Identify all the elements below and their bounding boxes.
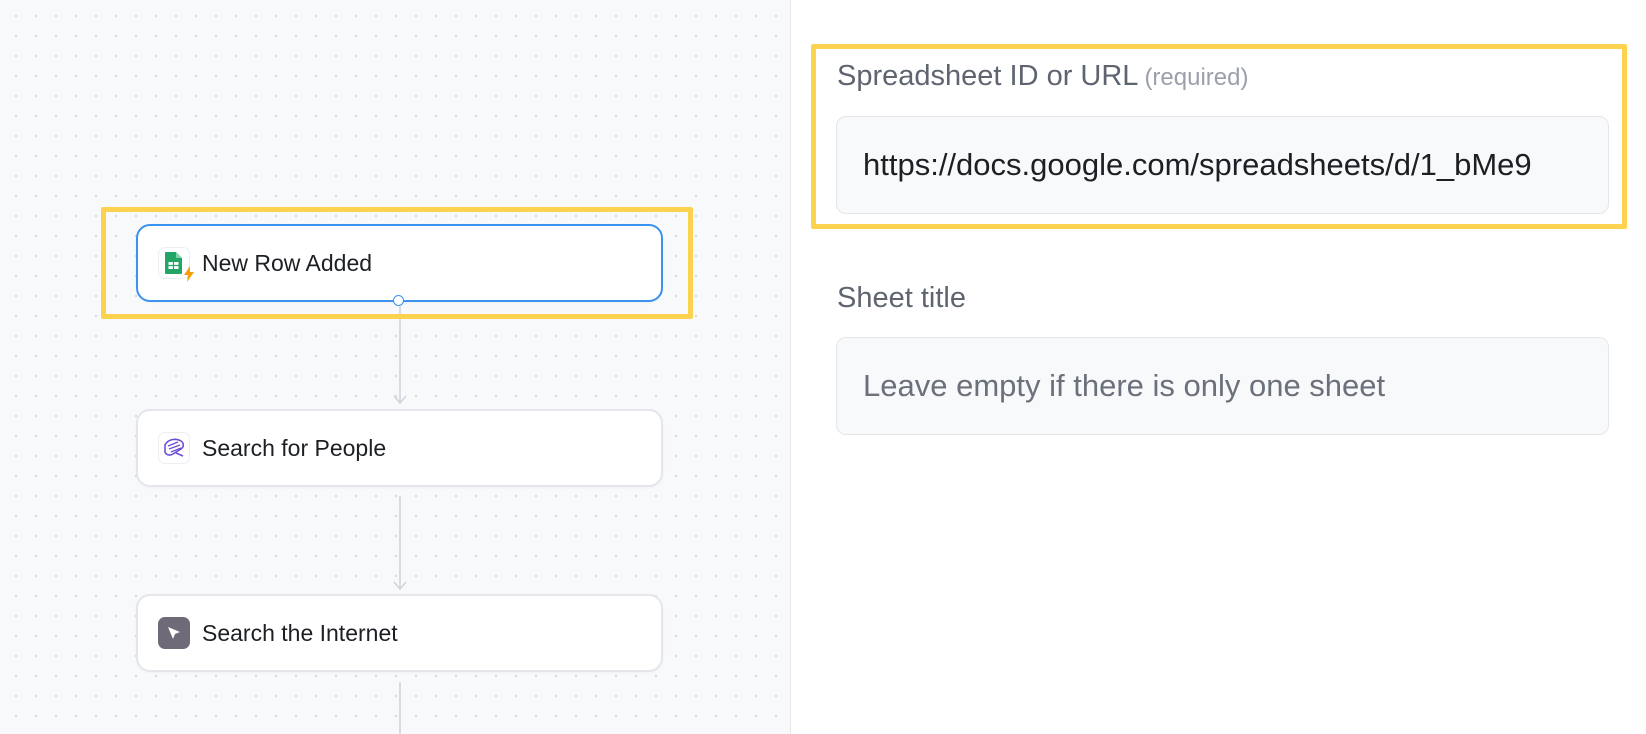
people-search-icon (158, 432, 190, 464)
spreadsheet-url-input[interactable] (836, 116, 1609, 214)
node-label: New Row Added (202, 249, 373, 276)
spreadsheet-label-text: Spreadsheet ID or URL (837, 60, 1139, 92)
workflow-canvas[interactable]: New Row Added Search for People Search t… (0, 0, 790, 734)
workflow-node-search-for-people[interactable]: Search for People (136, 409, 663, 487)
trigger-bolt-icon (184, 266, 194, 282)
node-label: Search for People (202, 434, 387, 461)
internet-search-icon (158, 617, 190, 649)
node-output-handle[interactable] (393, 295, 404, 306)
sheet-title-input[interactable] (836, 337, 1609, 435)
google-sheets-trigger-icon (158, 247, 194, 282)
node-label: Search the Internet (202, 619, 398, 646)
workflow-node-new-row-added[interactable]: New Row Added (136, 224, 663, 302)
required-indicator: (required) (1144, 64, 1249, 91)
spreadsheet-field-label: Spreadsheet ID or URL (required) (837, 60, 1248, 93)
panel-divider (790, 0, 791, 734)
sheet-title-label: Sheet title (837, 282, 966, 314)
workflow-node-search-the-internet[interactable]: Search the Internet (136, 594, 663, 672)
